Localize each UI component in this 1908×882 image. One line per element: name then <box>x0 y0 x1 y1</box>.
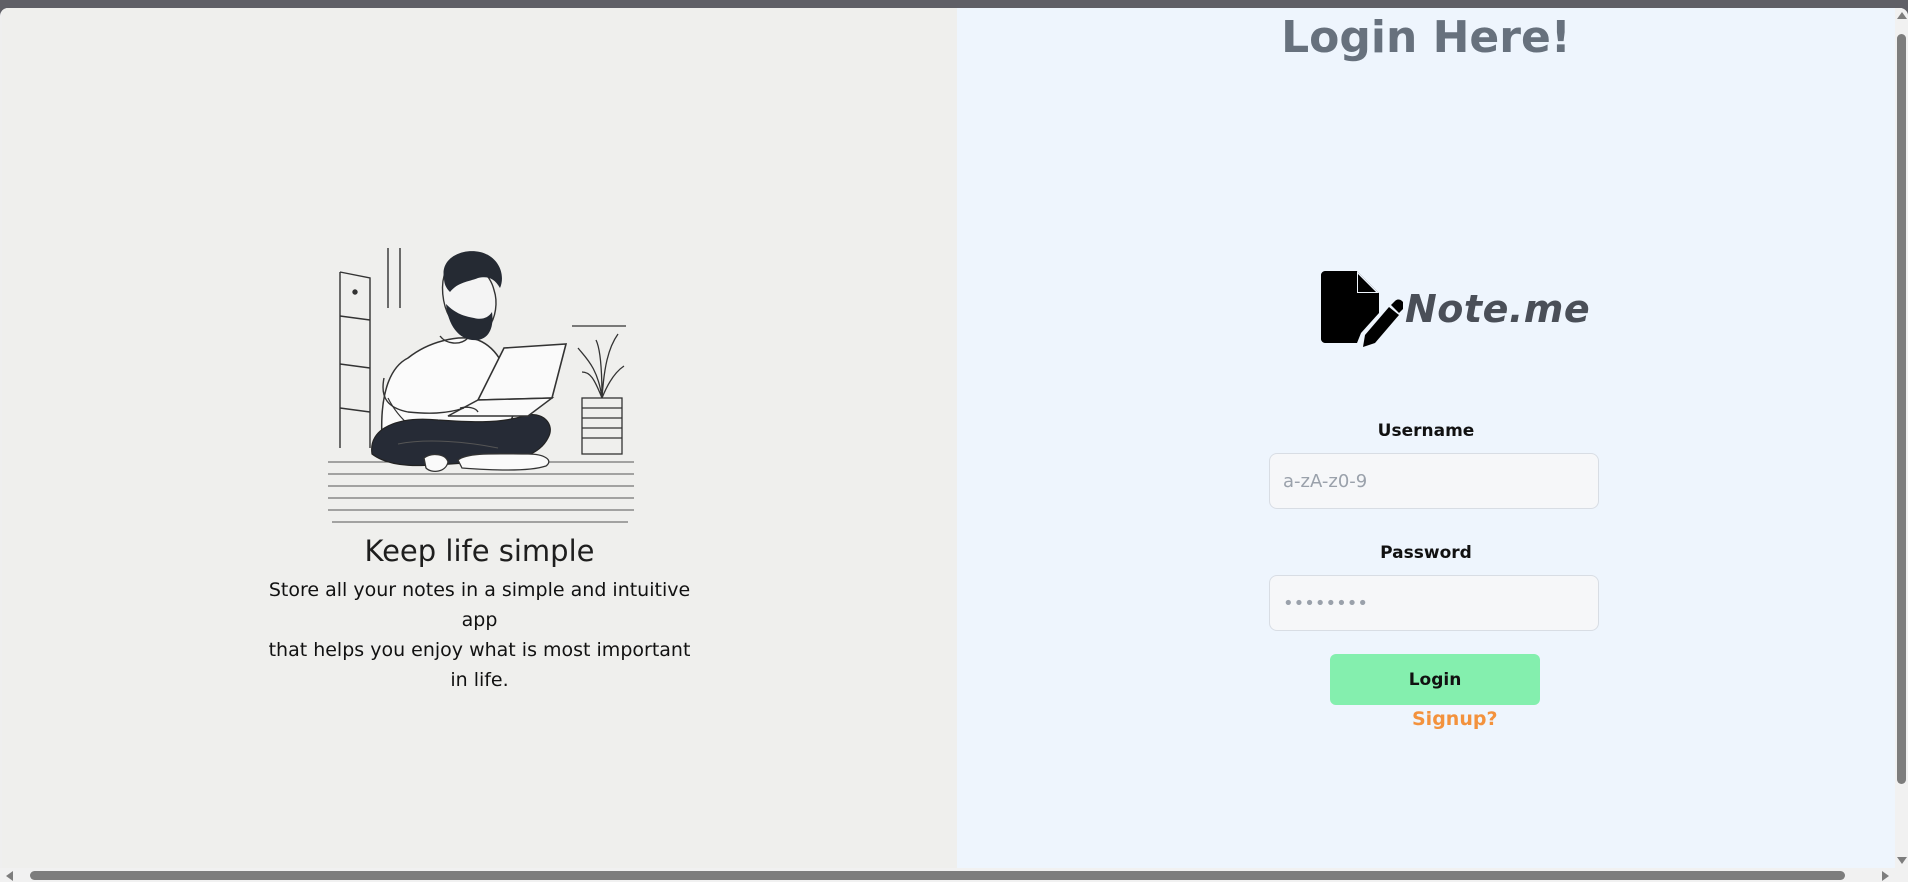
hero-panel: Keep life simple Store all your notes in… <box>2 8 957 868</box>
description-line: Store all your notes in a simple and int… <box>268 579 691 631</box>
vertical-scrollbar[interactable] <box>1895 8 1908 882</box>
password-label: Password <box>1380 543 1472 563</box>
logo-text: Note.me <box>1405 287 1591 331</box>
scroll-down-icon[interactable] <box>1897 857 1907 864</box>
scroll-right-icon[interactable] <box>1882 871 1889 881</box>
scroll-up-icon[interactable] <box>1897 12 1907 19</box>
vertical-scroll-thumb[interactable] <box>1897 34 1906 784</box>
app-description: Store all your notes in a simple and int… <box>252 575 707 695</box>
scroll-left-icon[interactable] <box>6 871 13 881</box>
username-label: Username <box>1377 421 1475 441</box>
description-line: in life. <box>450 669 509 691</box>
username-input[interactable] <box>1269 453 1599 509</box>
man-with-laptop-illustration <box>328 248 634 523</box>
login-button[interactable]: Login <box>1330 654 1540 705</box>
file-pen-icon <box>1321 271 1403 347</box>
signup-link[interactable]: Signup? <box>1412 708 1497 730</box>
page-title: Login Here! <box>1281 12 1571 63</box>
tagline: Keep life simple <box>364 534 595 568</box>
login-panel: Login Here! Note.me Username Password Lo… <box>957 8 1895 868</box>
horizontal-scroll-thumb[interactable] <box>30 871 1845 880</box>
app-logo: Note.me <box>1321 271 1590 347</box>
horizontal-scrollbar[interactable] <box>0 868 1895 882</box>
password-input[interactable] <box>1269 575 1599 631</box>
browser-viewport: Keep life simple Store all your notes in… <box>0 8 1908 882</box>
description-line: that helps you enjoy what is most import… <box>268 639 691 661</box>
